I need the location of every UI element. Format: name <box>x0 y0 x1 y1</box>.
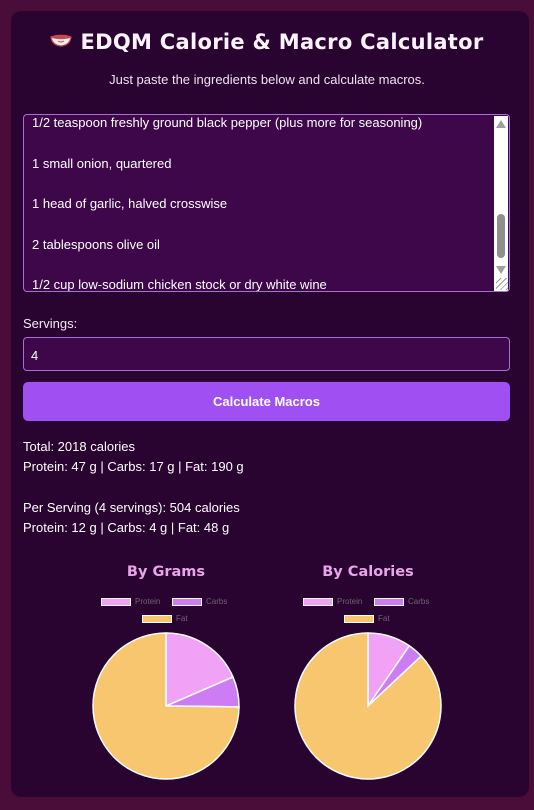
ingredient-line: 1 head of garlic, halved crosswise <box>32 196 228 212</box>
ingredient-line: 1/2 teaspoon freshly ground black pepper… <box>32 115 423 130</box>
servings-input[interactable]: 4 <box>23 337 510 371</box>
textarea-scrollbar[interactable] <box>494 116 508 291</box>
ingredient-line: 1/2 cup low-sodium chicken stock or dry … <box>32 277 327 292</box>
scroll-down-arrow-icon[interactable] <box>496 266 506 274</box>
pie-chart <box>92 632 240 780</box>
total-calories: Total: 2018 calories <box>23 439 136 454</box>
scroll-thumb[interactable] <box>497 214 505 258</box>
pie-chart <box>294 632 442 780</box>
chart-by-grams: By Grams Protein Carbs Fat <box>66 560 266 780</box>
ingredient-lines: 1/2 teaspoon freshly ground black pepper… <box>32 115 487 292</box>
ingredients-textarea[interactable]: 1/2 teaspoon freshly ground black pepper… <box>23 114 510 292</box>
subtitle: Just paste the ingredients below and cal… <box>109 72 425 87</box>
scroll-up-arrow-icon[interactable] <box>496 120 506 128</box>
results-panel: Total: 2018 calories Protein: 47 g | Car… <box>23 437 244 538</box>
per-serving-calories: Per Serving (4 servings): 504 calories <box>23 500 240 515</box>
total-macros: Protein: 47 g | Carbs: 17 g | Fat: 190 g <box>23 459 244 474</box>
ingredient-line: 2 tablespoons olive oil <box>32 236 160 252</box>
page-title: EDQM Calorie & Macro Calculator <box>0 30 534 54</box>
ingredient-line: 1 small onion, quartered <box>32 155 172 171</box>
chart-by-calories: By Calories Protein Carbs Fat <box>268 560 468 780</box>
bowl-icon <box>50 28 73 52</box>
per-serving-macros: Protein: 12 g | Carbs: 4 g | Fat: 48 g <box>23 520 230 535</box>
servings-label: Servings: <box>23 316 78 331</box>
calculate-macros-button[interactable]: Calculate Macros <box>23 382 510 421</box>
app-title-text: EDQM Calorie & Macro Calculator <box>80 30 484 54</box>
resize-grip-icon[interactable] <box>496 278 508 290</box>
